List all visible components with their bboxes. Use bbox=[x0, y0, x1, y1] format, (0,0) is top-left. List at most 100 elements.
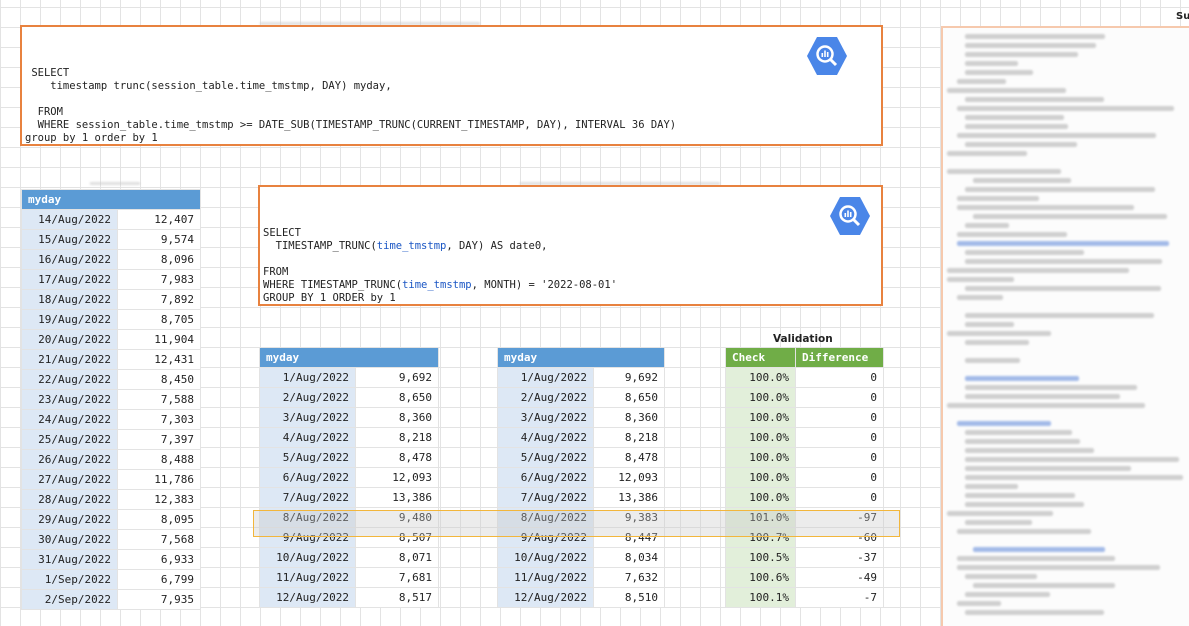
date-cell[interactable]: 4/Aug/2022 bbox=[497, 427, 594, 448]
value-cell[interactable]: 8,034 bbox=[593, 547, 665, 568]
value-cell[interactable]: 7,892 bbox=[117, 289, 201, 310]
value-cell[interactable]: 8,478 bbox=[355, 447, 439, 468]
value-cell[interactable]: 8,517 bbox=[355, 587, 439, 608]
value-cell[interactable]: 7,303 bbox=[117, 409, 201, 430]
value-cell[interactable]: 7,588 bbox=[117, 389, 201, 410]
date-cell[interactable]: 1/Sep/2022 bbox=[21, 569, 118, 590]
date-cell[interactable]: 26/Aug/2022 bbox=[21, 449, 118, 470]
value-cell[interactable]: 8,071 bbox=[355, 547, 439, 568]
check-cell[interactable]: 100.0% bbox=[725, 407, 796, 428]
date-cell[interactable]: 1/Aug/2022 bbox=[259, 367, 356, 388]
date-cell[interactable]: 15/Aug/2022 bbox=[21, 229, 118, 250]
value-cell[interactable]: 8,488 bbox=[117, 449, 201, 470]
value-cell[interactable]: 7,568 bbox=[117, 529, 201, 550]
value-cell[interactable]: 7,983 bbox=[117, 269, 201, 290]
value-cell[interactable]: 11,786 bbox=[117, 469, 201, 490]
date-cell[interactable]: 6/Aug/2022 bbox=[259, 467, 356, 488]
date-cell[interactable]: 24/Aug/2022 bbox=[21, 409, 118, 430]
date-cell[interactable]: 11/Aug/2022 bbox=[259, 567, 356, 588]
difference-cell[interactable]: 0 bbox=[795, 387, 884, 408]
value-cell[interactable]: 6,933 bbox=[117, 549, 201, 570]
bigquery-icon[interactable] bbox=[829, 195, 871, 237]
date-cell[interactable]: 16/Aug/2022 bbox=[21, 249, 118, 270]
value-cell[interactable]: 8,450 bbox=[117, 369, 201, 390]
date-cell[interactable]: 22/Aug/2022 bbox=[21, 369, 118, 390]
date-cell[interactable]: 2/Sep/2022 bbox=[21, 589, 118, 610]
date-cell[interactable]: 1/Aug/2022 bbox=[497, 367, 594, 388]
date-cell[interactable]: 31/Aug/2022 bbox=[21, 549, 118, 570]
difference-cell[interactable]: 0 bbox=[795, 427, 884, 448]
value-cell[interactable]: 8,218 bbox=[593, 427, 665, 448]
value-cell[interactable]: 8,650 bbox=[593, 387, 665, 408]
date-cell[interactable]: 3/Aug/2022 bbox=[497, 407, 594, 428]
check-cell[interactable]: 100.1% bbox=[725, 587, 796, 608]
date-cell[interactable]: 10/Aug/2022 bbox=[259, 547, 356, 568]
bigquery-icon[interactable] bbox=[806, 35, 848, 77]
check-cell[interactable]: 100.0% bbox=[725, 487, 796, 508]
date-cell[interactable]: 12/Aug/2022 bbox=[497, 587, 594, 608]
value-cell[interactable]: 8,218 bbox=[355, 427, 439, 448]
difference-cell[interactable]: 0 bbox=[795, 467, 884, 488]
date-cell[interactable]: 29/Aug/2022 bbox=[21, 509, 118, 530]
value-cell[interactable]: 7,681 bbox=[355, 567, 439, 588]
date-cell[interactable]: 18/Aug/2022 bbox=[21, 289, 118, 310]
date-cell[interactable]: 28/Aug/2022 bbox=[21, 489, 118, 510]
check-cell[interactable]: 100.6% bbox=[725, 567, 796, 588]
check-cell[interactable]: 100.0% bbox=[725, 367, 796, 388]
value-cell[interactable]: 12,407 bbox=[117, 209, 201, 230]
value-cell[interactable]: 8,096 bbox=[117, 249, 201, 270]
value-cell[interactable]: 8,650 bbox=[355, 387, 439, 408]
date-cell[interactable]: 19/Aug/2022 bbox=[21, 309, 118, 330]
value-cell[interactable]: 12,093 bbox=[355, 467, 439, 488]
date-cell[interactable]: 17/Aug/2022 bbox=[21, 269, 118, 290]
date-cell[interactable]: 20/Aug/2022 bbox=[21, 329, 118, 350]
date-cell[interactable]: 7/Aug/2022 bbox=[497, 487, 594, 508]
date-cell[interactable]: 23/Aug/2022 bbox=[21, 389, 118, 410]
date-cell[interactable]: 6/Aug/2022 bbox=[497, 467, 594, 488]
date-cell[interactable]: 4/Aug/2022 bbox=[259, 427, 356, 448]
sql-query-box-2[interactable]: SELECT TIMESTAMP_TRUNC(time_tmstmp, DAY)… bbox=[258, 185, 883, 306]
difference-cell[interactable]: 0 bbox=[795, 407, 884, 428]
date-cell[interactable]: 2/Aug/2022 bbox=[497, 387, 594, 408]
value-cell[interactable]: 8,095 bbox=[117, 509, 201, 530]
date-cell[interactable]: 14/Aug/2022 bbox=[21, 209, 118, 230]
date-cell[interactable]: 10/Aug/2022 bbox=[497, 547, 594, 568]
date-cell[interactable]: 5/Aug/2022 bbox=[259, 447, 356, 468]
check-cell[interactable]: 100.0% bbox=[725, 467, 796, 488]
check-cell[interactable]: 100.0% bbox=[725, 447, 796, 468]
value-cell[interactable]: 7,397 bbox=[117, 429, 201, 450]
value-cell[interactable]: 12,093 bbox=[593, 467, 665, 488]
date-cell[interactable]: 25/Aug/2022 bbox=[21, 429, 118, 450]
value-cell[interactable]: 11,904 bbox=[117, 329, 201, 350]
date-cell[interactable]: 7/Aug/2022 bbox=[259, 487, 356, 508]
date-cell[interactable]: 3/Aug/2022 bbox=[259, 407, 356, 428]
value-cell[interactable]: 8,705 bbox=[117, 309, 201, 330]
date-cell[interactable]: 27/Aug/2022 bbox=[21, 469, 118, 490]
value-cell[interactable]: 12,431 bbox=[117, 349, 201, 370]
value-cell[interactable]: 9,692 bbox=[593, 367, 665, 388]
difference-cell[interactable]: 0 bbox=[795, 447, 884, 468]
value-cell[interactable]: 8,360 bbox=[593, 407, 665, 428]
difference-cell[interactable]: -49 bbox=[795, 567, 884, 588]
check-cell[interactable]: 100.0% bbox=[725, 427, 796, 448]
check-cell[interactable]: 100.0% bbox=[725, 387, 796, 408]
value-cell[interactable]: 8,478 bbox=[593, 447, 665, 468]
difference-cell[interactable]: 0 bbox=[795, 367, 884, 388]
value-cell[interactable]: 6,799 bbox=[117, 569, 201, 590]
sql-query-box-1[interactable]: SELECT timestamp trunc(session_table.tim… bbox=[20, 25, 883, 146]
value-cell[interactable]: 8,510 bbox=[593, 587, 665, 608]
difference-cell[interactable]: 0 bbox=[795, 487, 884, 508]
value-cell[interactable]: 9,692 bbox=[355, 367, 439, 388]
date-cell[interactable]: 5/Aug/2022 bbox=[497, 447, 594, 468]
difference-cell[interactable]: -37 bbox=[795, 547, 884, 568]
date-cell[interactable]: 30/Aug/2022 bbox=[21, 529, 118, 550]
value-cell[interactable]: 7,935 bbox=[117, 589, 201, 610]
date-cell[interactable]: 11/Aug/2022 bbox=[497, 567, 594, 588]
value-cell[interactable]: 13,386 bbox=[355, 487, 439, 508]
date-cell[interactable]: 2/Aug/2022 bbox=[259, 387, 356, 408]
date-cell[interactable]: 21/Aug/2022 bbox=[21, 349, 118, 370]
value-cell[interactable]: 13,386 bbox=[593, 487, 665, 508]
value-cell[interactable]: 8,360 bbox=[355, 407, 439, 428]
difference-cell[interactable]: -7 bbox=[795, 587, 884, 608]
value-cell[interactable]: 12,383 bbox=[117, 489, 201, 510]
